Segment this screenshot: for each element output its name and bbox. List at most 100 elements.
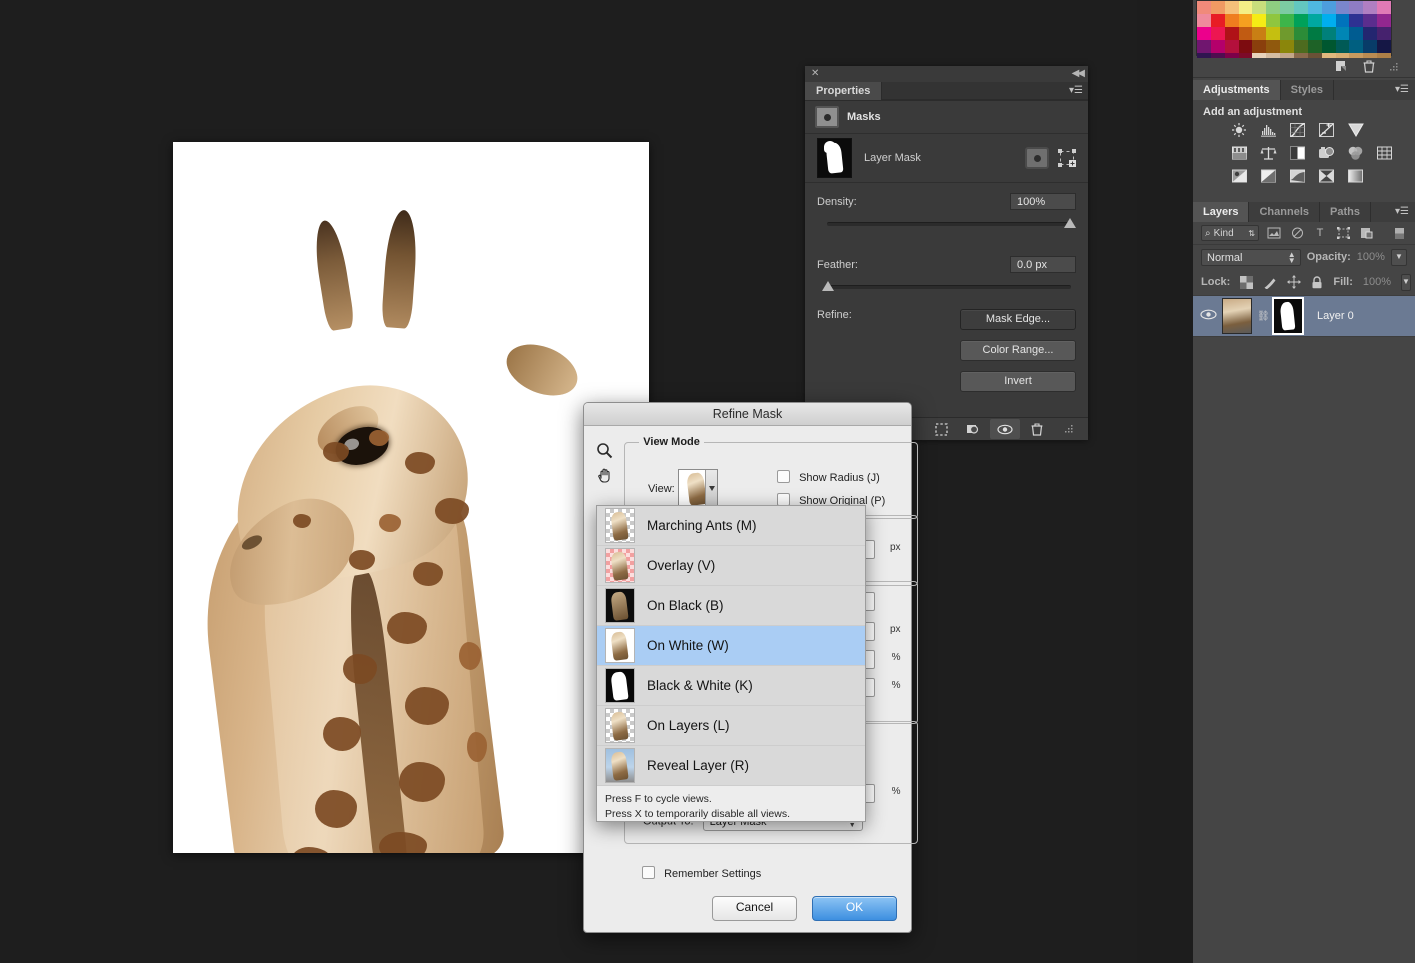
view-mode-options[interactable]: Marching Ants (M)Overlay (V)On Black (B)… <box>597 506 865 786</box>
remember-settings-checkbox[interactable] <box>642 866 655 879</box>
feather-field[interactable]: Feather: 0.0 px <box>805 234 1088 297</box>
threshold-icon[interactable] <box>1289 168 1307 184</box>
feather-value[interactable]: 0.0 px <box>1010 256 1076 273</box>
color-swatch[interactable] <box>1266 40 1280 53</box>
color-lookup-icon[interactable] <box>1376 145 1394 161</box>
color-swatch[interactable] <box>1225 1 1239 14</box>
color-swatch[interactable] <box>1308 1 1322 14</box>
color-swatch[interactable] <box>1197 1 1211 14</box>
lock-transparency-icon[interactable] <box>1240 275 1253 289</box>
mask-edge-button[interactable]: Mask Edge... <box>960 309 1076 330</box>
properties-panel[interactable]: ✕ ◀◀ Properties ▾☰ Masks Layer Mask <box>805 66 1088 440</box>
black-white-icon[interactable] <box>1289 145 1307 161</box>
color-swatch[interactable] <box>1336 1 1350 14</box>
view-preview-swatch[interactable] <box>678 469 718 509</box>
color-swatch[interactable] <box>1197 40 1211 53</box>
opacity-dropdown-icon[interactable]: ▼ <box>1391 249 1407 266</box>
layer-mask-thumbnail[interactable] <box>817 138 852 178</box>
color-swatch[interactable] <box>1349 14 1363 27</box>
density-field[interactable]: Density: 100% <box>805 183 1088 234</box>
layer-mask-row[interactable]: Layer Mask <box>805 134 1088 183</box>
panel-menu-icon[interactable]: ▾☰ <box>1069 85 1083 96</box>
layer-thumbnail[interactable] <box>1222 298 1252 334</box>
color-swatch[interactable] <box>1336 27 1350 40</box>
channel-mixer-icon[interactable] <box>1347 145 1365 161</box>
filter-pixel-icon[interactable] <box>1266 226 1282 241</box>
color-swatch[interactable] <box>1377 14 1391 27</box>
color-swatch[interactable] <box>1197 27 1211 40</box>
layer-name[interactable]: Layer 0 <box>1317 310 1354 322</box>
tab-adjustments[interactable]: Adjustments <box>1193 80 1281 100</box>
color-swatch[interactable] <box>1211 1 1225 14</box>
levels-icon[interactable] <box>1260 122 1278 138</box>
layers-menu-icon[interactable]: ▾☰ <box>1395 206 1409 217</box>
posterize-icon[interactable] <box>1260 168 1278 184</box>
gradient-map-icon[interactable] <box>1347 168 1365 184</box>
hand-tool-icon[interactable] <box>592 462 616 486</box>
color-swatch[interactable] <box>1294 27 1308 40</box>
lock-image-icon[interactable] <box>1263 275 1277 289</box>
color-swatch[interactable] <box>1377 27 1391 40</box>
list-item[interactable]: On Black (B) <box>597 586 865 626</box>
color-swatch[interactable] <box>1225 40 1239 53</box>
filter-toggle-icon[interactable] <box>1391 226 1407 241</box>
color-swatch[interactable] <box>1294 1 1308 14</box>
color-swatch[interactable] <box>1225 14 1239 27</box>
link-icon[interactable]: ⛓ <box>1257 311 1267 322</box>
apply-mask-icon[interactable] <box>958 419 988 439</box>
color-swatch[interactable] <box>1363 27 1377 40</box>
color-swatch[interactable] <box>1294 40 1308 53</box>
curves-icon[interactable] <box>1289 122 1307 138</box>
fill-value[interactable]: 100% <box>1363 276 1391 288</box>
color-range-button[interactable]: Color Range... <box>960 340 1076 361</box>
lock-position-icon[interactable] <box>1287 275 1301 289</box>
color-swatch[interactable] <box>1363 40 1377 53</box>
color-swatch[interactable] <box>1363 14 1377 27</box>
color-swatch[interactable] <box>1322 40 1336 53</box>
color-swatch[interactable] <box>1377 1 1391 14</box>
color-swatch[interactable] <box>1239 27 1253 40</box>
toggle-mask-visibility-icon[interactable] <box>990 419 1020 439</box>
selective-color-icon[interactable] <box>1318 168 1336 184</box>
adjustments-panel[interactable]: Adjustments Styles ▾☰ Add an adjustment <box>1193 80 1415 202</box>
opacity-value[interactable]: 100% <box>1357 251 1385 263</box>
color-swatch[interactable] <box>1322 14 1336 27</box>
exposure-icon[interactable] <box>1318 122 1336 138</box>
tab-channels[interactable]: Channels <box>1249 202 1320 222</box>
adjustments-menu-icon[interactable]: ▾☰ <box>1395 84 1409 95</box>
color-swatch[interactable] <box>1336 14 1350 27</box>
list-item[interactable]: Overlay (V) <box>597 546 865 586</box>
layer-mask-thumbnail[interactable] <box>1272 297 1304 335</box>
tab-layers[interactable]: Layers <box>1193 202 1249 222</box>
hue-saturation-icon[interactable] <box>1231 145 1249 161</box>
color-swatch[interactable] <box>1266 14 1280 27</box>
tab-styles[interactable]: Styles <box>1281 80 1334 100</box>
tab-properties[interactable]: Properties <box>805 82 882 100</box>
delete-mask-icon[interactable] <box>1022 419 1052 439</box>
list-item[interactable]: Black & White (K) <box>597 666 865 706</box>
color-swatch[interactable] <box>1308 14 1322 27</box>
vector-mask-icon[interactable] <box>1058 149 1076 167</box>
delete-swatch-icon[interactable] <box>1363 60 1375 76</box>
color-balance-icon[interactable] <box>1260 145 1278 161</box>
table-row[interactable]: ⛓ Layer 0 <box>1193 295 1415 337</box>
color-swatch[interactable] <box>1280 14 1294 27</box>
filter-smart-object-icon[interactable] <box>1358 226 1374 241</box>
color-swatch[interactable] <box>1308 40 1322 53</box>
kind-stepper-icon[interactable]: ⇅ <box>1248 229 1255 238</box>
filter-shape-icon[interactable] <box>1335 226 1351 241</box>
color-swatch[interactable] <box>1211 14 1225 27</box>
eye-icon[interactable] <box>1199 309 1217 323</box>
load-selection-icon[interactable] <box>926 419 956 439</box>
color-swatch[interactable] <box>1239 1 1253 14</box>
blend-stepper-icon[interactable]: ▲▼ <box>1288 252 1296 264</box>
color-swatch[interactable] <box>1349 1 1363 14</box>
color-swatch[interactable] <box>1377 40 1391 53</box>
brightness-contrast-icon[interactable] <box>1231 122 1249 138</box>
layers-panel[interactable]: Layers Channels Paths ▾☰ ⌕ Kind ⇅ T <box>1193 202 1415 963</box>
color-swatch[interactable] <box>1280 27 1294 40</box>
color-swatch[interactable] <box>1336 40 1350 53</box>
color-swatch[interactable] <box>1239 14 1253 27</box>
pixel-mask-icon[interactable] <box>1025 147 1049 169</box>
color-swatch[interactable] <box>1225 27 1239 40</box>
